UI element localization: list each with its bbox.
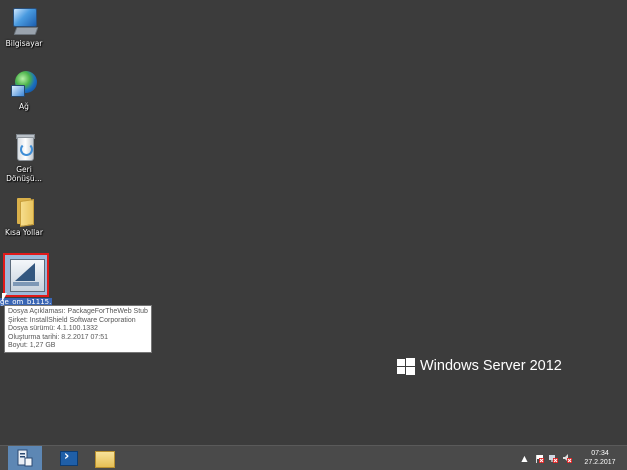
desktop-icon-recycle-bin[interactable]: Geri Dönüşü... <box>0 131 48 183</box>
desktop-icon-installer[interactable] <box>3 253 49 297</box>
taskbar-file-explorer-button[interactable] <box>87 446 121 470</box>
system-tray: ▲ <box>518 446 578 470</box>
taskbar-clock[interactable]: 07:34 27.2.2017 <box>580 449 620 467</box>
windows-logo-icon <box>397 358 415 375</box>
desktop-icon-computer[interactable]: Bilgisayar <box>0 5 48 48</box>
flag-icon[interactable] <box>535 454 544 463</box>
tooltip-line-size: Boyut: 1,27 GB <box>8 342 56 350</box>
computer-icon <box>8 5 40 37</box>
clock-time: 07:34 <box>591 450 609 457</box>
tray-overflow-chevron-icon[interactable]: ▲ <box>520 454 529 463</box>
desktop-icon-label: Kısa Yollar <box>5 228 43 237</box>
file-info-tooltip: Dosya Açıklaması: PackageForTheWeb Stub … <box>4 305 152 353</box>
powershell-icon <box>60 449 78 466</box>
network-icon <box>8 68 40 100</box>
taskbar-server-manager-button[interactable] <box>8 446 42 470</box>
taskbar: ▲ 07:34 27.2.2017 <box>0 445 627 470</box>
branding-text: Windows Server 2012 <box>420 358 562 374</box>
tooltip-line-created: Oluşturma tarihi: 8.2.2017 07:51 <box>8 333 109 341</box>
desktop-icon-network[interactable]: Ağ <box>0 68 48 111</box>
server-manager-icon <box>17 449 33 467</box>
file-explorer-icon <box>95 451 115 468</box>
tooltip-line-version: Dosya sürümü: 4.1.100.1332 <box>8 325 98 333</box>
recycle-bin-icon <box>8 131 40 163</box>
desktop-icon-label: Bilgisayar <box>5 39 43 48</box>
desktop-icon-shortcuts[interactable]: Kısa Yollar <box>0 194 48 237</box>
network-tray-icon[interactable] <box>549 454 558 463</box>
mouse-cursor-icon <box>2 293 7 302</box>
taskbar-powershell-button[interactable] <box>50 446 84 470</box>
folder-icon <box>8 194 40 227</box>
desktop-icon-label: Ağ <box>19 102 29 111</box>
tooltip-line-description: Dosya Açıklaması: PackageForTheWeb Stub <box>8 308 148 315</box>
desktop[interactable]: Bilgisayar Ağ Geri Dönüşü... Kısa Yollar… <box>0 0 627 445</box>
volume-icon[interactable] <box>563 454 572 463</box>
desktop-icon-label: Geri Dönüşü... <box>6 165 42 183</box>
clock-date: 27.2.2017 <box>584 459 616 466</box>
tooltip-line-company: Şirket: InstallShield Software Corporati… <box>8 316 136 324</box>
windows-server-branding: Windows Server 2012 <box>397 356 567 378</box>
